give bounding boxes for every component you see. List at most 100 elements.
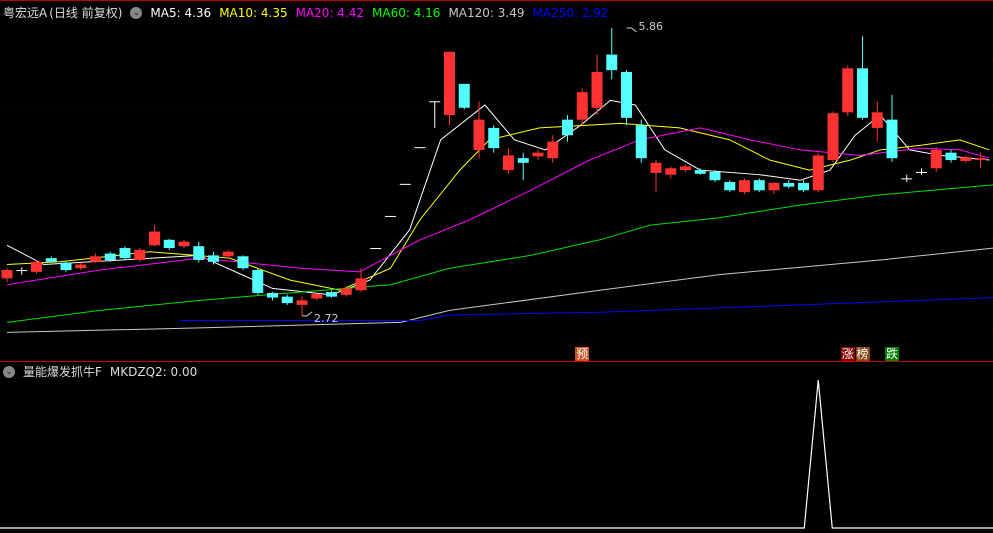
candle — [547, 135, 559, 163]
candle — [857, 36, 868, 120]
candle — [208, 251, 219, 265]
candle-body — [753, 180, 765, 191]
candle-body — [163, 239, 175, 249]
candle-body — [458, 83, 470, 108]
candle — [296, 296, 308, 316]
ma-line-ma20 — [6, 127, 990, 286]
candle-body — [90, 256, 101, 262]
candle — [591, 54, 603, 116]
candle-body — [945, 152, 957, 161]
candle — [163, 238, 175, 250]
candle-body — [385, 215, 396, 217]
candle — [488, 125, 500, 153]
candle-body — [739, 180, 750, 193]
price-annotation-leader — [626, 27, 637, 33]
candle — [473, 101, 485, 159]
panel-divider — [0, 361, 993, 362]
candle — [650, 160, 662, 193]
candle — [193, 241, 205, 263]
candle — [252, 268, 264, 295]
candle — [222, 249, 234, 259]
candle-body — [768, 182, 780, 191]
candle-body — [591, 71, 603, 108]
candle-body — [901, 178, 913, 180]
candle — [694, 168, 706, 175]
candle — [399, 183, 411, 185]
candle — [798, 180, 809, 193]
candle — [901, 174, 913, 183]
signal-marker[interactable]: 涨 — [840, 347, 855, 361]
candle — [385, 215, 396, 217]
candle — [178, 239, 190, 249]
candle-body — [104, 253, 116, 260]
candle-body — [812, 155, 824, 191]
candle-body — [635, 125, 647, 159]
candle-body — [680, 166, 691, 171]
candle-body — [975, 158, 986, 161]
candle-body — [45, 258, 57, 262]
candle — [429, 101, 441, 128]
candle-body — [444, 51, 455, 116]
candle — [665, 166, 677, 179]
signal-marker[interactable]: 预 — [575, 347, 590, 361]
candle-body — [340, 288, 352, 295]
candle-body — [576, 92, 588, 120]
candle — [75, 262, 87, 271]
candle — [606, 27, 618, 80]
candle — [724, 180, 736, 193]
chevron-down-icon[interactable]: ⌄ — [3, 365, 15, 378]
candle — [753, 178, 765, 193]
candle — [768, 182, 780, 194]
candle — [783, 180, 795, 189]
candle — [45, 256, 57, 263]
candle — [326, 290, 337, 298]
ma-line-ma10 — [6, 122, 990, 291]
indicator-legend: ⌄ 量能爆发抓牛F MKDZQ2: 0.00 — [3, 363, 205, 380]
candle — [812, 152, 824, 193]
candle — [281, 294, 293, 305]
candle-body — [16, 270, 28, 272]
candle-body — [517, 158, 529, 163]
candle-body — [399, 183, 411, 185]
candle-body — [355, 278, 367, 291]
candle — [517, 152, 529, 181]
candle-body — [473, 119, 485, 150]
candle — [621, 70, 632, 126]
candle-body — [532, 152, 544, 157]
price-annotation-leader — [302, 311, 313, 317]
candlestick-chart[interactable]: 5.86 2.72 — [0, 0, 993, 362]
candle-body — [31, 261, 42, 272]
candle — [90, 253, 101, 263]
candle-body — [75, 264, 87, 269]
candle-body — [488, 127, 500, 149]
candle — [149, 225, 160, 247]
candle-body — [326, 292, 337, 297]
candle — [370, 248, 382, 250]
candle — [842, 65, 854, 117]
candle-body — [119, 248, 131, 259]
candle-body — [503, 155, 514, 171]
candle-body — [281, 296, 293, 304]
candle-body — [886, 119, 898, 159]
candle-body — [798, 182, 809, 191]
candle — [635, 119, 647, 163]
candle-body — [621, 71, 632, 118]
candle — [119, 246, 131, 260]
candle — [267, 292, 278, 301]
price-annotation-low: 2.72 — [314, 312, 339, 325]
indicator-value: MKDZQ2: 0.00 — [109, 364, 198, 379]
candle — [414, 147, 426, 149]
candle — [739, 178, 750, 194]
candle-body — [960, 157, 972, 161]
candle-body — [827, 113, 839, 161]
candle-body — [429, 101, 441, 103]
candle-body — [694, 170, 706, 174]
signal-marker[interactable]: 跌 — [885, 347, 899, 361]
candle — [576, 88, 588, 126]
candle — [916, 168, 927, 175]
candle-body — [149, 231, 160, 246]
candle-body — [1, 270, 13, 279]
candle-body — [842, 68, 854, 113]
price-annotation-high: 5.86 — [639, 20, 664, 33]
signal-marker[interactable]: 榜 — [855, 347, 870, 361]
